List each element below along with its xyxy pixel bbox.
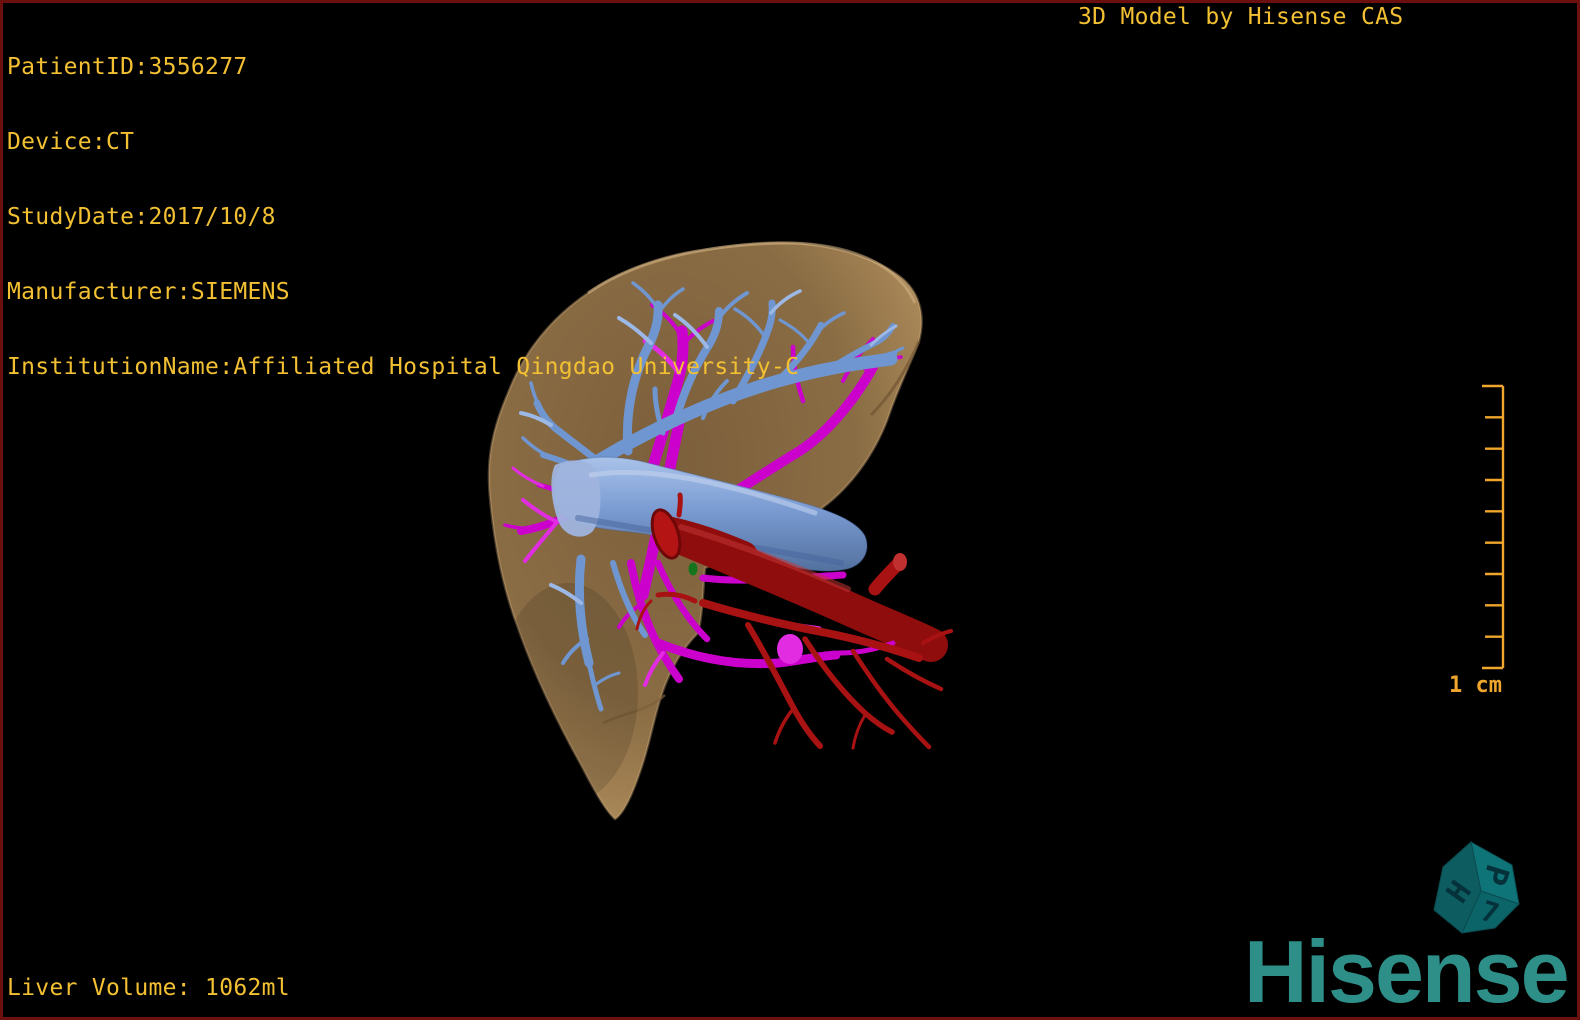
ivc-spike (676, 492, 683, 518)
magenta-node (777, 634, 803, 664)
patient-info-overlay: PatientID:3556277 Device:CT StudyDate:20… (7, 5, 799, 430)
bile-duct-stump (688, 562, 698, 576)
study-date-line: StudyDate:2017/10/8 (7, 204, 276, 230)
patient-id-line: PatientID:3556277 (7, 54, 248, 80)
orientation-cube[interactable]: H P 7 (1433, 841, 1520, 934)
scale-bar: 1 cm (1449, 384, 1505, 698)
manufacturer-line: Manufacturer:SIEMENS (7, 279, 290, 305)
device-line: Device:CT (7, 129, 135, 155)
liver-volume-text: Liver Volume: 1062ml (7, 975, 290, 1001)
ivc-stub-cap (893, 553, 907, 571)
viewer-window: 1 cm H P 7 PatientID:3556277 Device:CT S… (0, 0, 1580, 1020)
hisense-logo: Hisense (1244, 922, 1570, 1020)
scale-bar-ticks (1482, 384, 1503, 670)
liver-shadow (498, 583, 638, 803)
scale-bar-label: 1 cm (1449, 673, 1502, 698)
watermark-text: 3D Model by Hisense CAS (1078, 4, 1404, 30)
institution-line: InstitutionName:Affiliated Hospital Qing… (7, 354, 800, 380)
